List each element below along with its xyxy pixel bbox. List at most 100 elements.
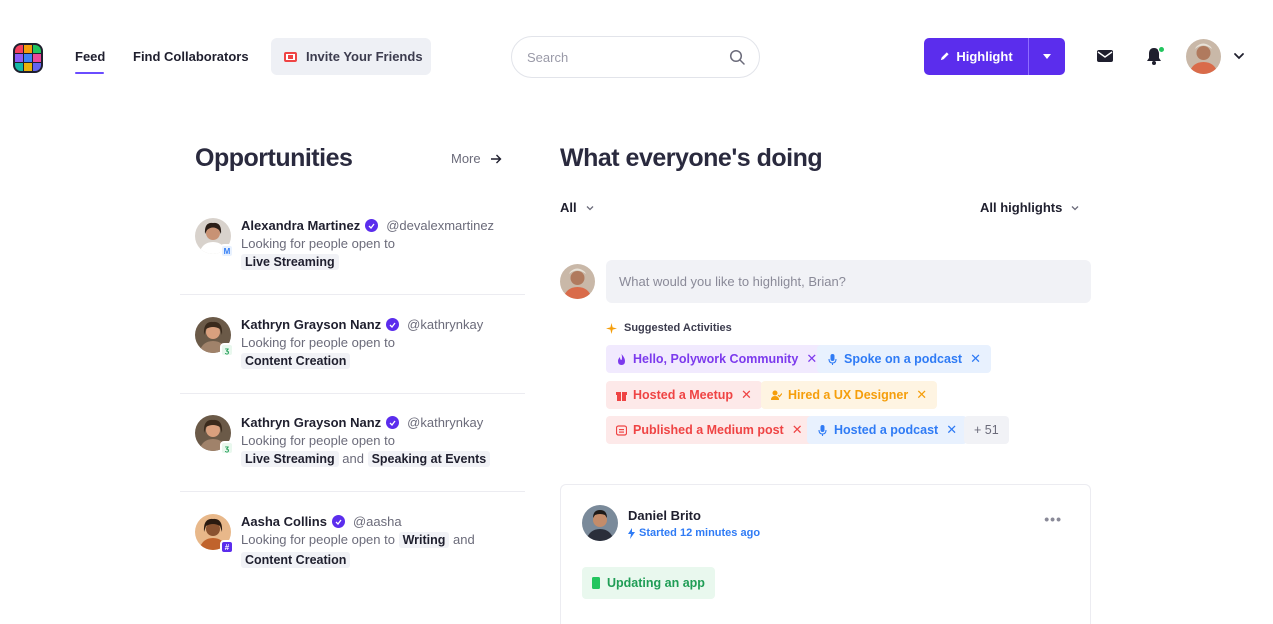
remove-chip-icon[interactable]: ✕ xyxy=(741,387,752,403)
opportunity-description: Looking for people open to Writing and xyxy=(241,532,475,548)
document-icon xyxy=(616,424,627,436)
chip-label: Hired a UX Designer xyxy=(788,388,909,402)
filter-all-label: All xyxy=(560,200,577,215)
flame-icon xyxy=(618,353,625,365)
notifications-button[interactable] xyxy=(1145,46,1165,66)
opportunity-name[interactable]: Kathryn Grayson Nanz @kathrynkay xyxy=(241,415,483,430)
opportunity-item[interactable]: ʒ Kathryn Grayson Nanz @kathrynkay Looki… xyxy=(180,317,525,377)
chevron-down-icon xyxy=(586,205,594,210)
opportunity-tag[interactable]: Writing xyxy=(398,532,450,548)
pen-icon xyxy=(941,52,949,61)
opportunity-tag[interactable]: Content Creation xyxy=(241,552,351,568)
more-activities-chip[interactable]: + 51 xyxy=(964,416,1009,444)
avatar[interactable] xyxy=(1186,39,1221,74)
verified-icon xyxy=(386,416,400,429)
filter-highlights-dropdown[interactable]: All highlights xyxy=(980,200,1079,215)
chip-label: Hosted a Meetup xyxy=(633,388,734,402)
author-handle: @kathrynkay xyxy=(407,415,484,430)
divider xyxy=(180,294,525,295)
remove-chip-icon[interactable]: ✕ xyxy=(916,387,927,403)
post-author-name[interactable]: Daniel Brito xyxy=(628,508,701,523)
opportunity-tags: Content Creation xyxy=(241,353,351,369)
avatar[interactable] xyxy=(582,505,618,541)
description-text: Looking for people open to xyxy=(241,532,395,547)
opportunities-more-link[interactable]: More xyxy=(451,151,502,166)
suggested-chip[interactable]: Published a Medium post ✕ xyxy=(606,416,813,444)
remove-chip-icon[interactable]: ✕ xyxy=(792,422,803,438)
chip-label: Hello, Polywork Community xyxy=(633,352,799,366)
opportunity-tags: Live Streaming xyxy=(241,254,339,270)
feed-title: What everyone's doing xyxy=(560,144,823,172)
post-activity-label: Updating an app xyxy=(607,576,705,590)
tag-joiner: and xyxy=(453,532,475,547)
microphone-icon xyxy=(818,424,827,436)
avatar xyxy=(560,264,595,299)
chevron-down-icon xyxy=(1071,205,1079,210)
mail-icon[interactable] xyxy=(1097,49,1113,63)
logo-icon[interactable] xyxy=(13,43,43,73)
opportunity-tag[interactable]: Content Creation xyxy=(241,353,351,369)
opportunity-tags: Live Streaming and Speaking at Events xyxy=(241,451,491,467)
post-time-label: Started 12 minutes ago xyxy=(639,527,761,539)
chip-label: Published a Medium post xyxy=(633,423,784,437)
filter-highlights-label: All highlights xyxy=(980,200,1063,215)
rss-badge-icon: ʒ xyxy=(220,441,234,455)
verified-icon xyxy=(365,219,379,232)
remove-chip-icon[interactable]: ✕ xyxy=(970,351,981,367)
search-input[interactable] xyxy=(527,49,717,65)
opportunity-name[interactable]: Alexandra Martinez @devalexmartinez xyxy=(241,218,494,233)
opportunity-tags: Content Creation xyxy=(241,552,351,568)
divider xyxy=(180,393,525,394)
post-more-options-icon[interactable]: ••• xyxy=(1044,511,1062,527)
tag-joiner: and xyxy=(342,451,364,466)
opportunity-item[interactable]: # Aasha Collins @aasha Looking for peopl… xyxy=(180,514,525,574)
filter-all-dropdown[interactable]: All xyxy=(560,200,594,215)
nav-feed[interactable]: Feed xyxy=(75,49,105,64)
suggested-chip[interactable]: Hello, Polywork Community ✕ xyxy=(606,345,828,373)
gift-icon xyxy=(616,391,627,401)
rss-badge-icon: ʒ xyxy=(220,343,234,357)
chip-label: Spoke on a podcast xyxy=(844,352,963,366)
highlight-dropdown-button[interactable] xyxy=(1028,38,1065,75)
nav-find-collaborators[interactable]: Find Collaborators xyxy=(133,49,249,64)
ticket-icon xyxy=(284,51,297,62)
arrow-right-icon xyxy=(490,154,502,163)
author-name: Kathryn Grayson Nanz xyxy=(241,415,382,430)
remove-chip-icon[interactable]: ✕ xyxy=(946,422,957,438)
suggested-chip[interactable]: Hosted a Meetup ✕ xyxy=(606,381,762,409)
opportunity-item[interactable]: M Alexandra Martinez @devalexmartinez Lo… xyxy=(180,218,525,278)
suggested-chip[interactable]: Hired a UX Designer ✕ xyxy=(761,381,938,409)
mastodon-badge-icon: M xyxy=(220,244,234,258)
opportunity-description: Looking for people open to xyxy=(241,236,395,251)
highlight-button[interactable]: Highlight xyxy=(924,38,1028,75)
highlight-composer-input[interactable]: What would you like to highlight, Brian? xyxy=(606,260,1091,303)
user-check-icon xyxy=(771,390,782,400)
opportunity-description: Looking for people open to xyxy=(241,335,395,350)
suggested-chip[interactable]: Spoke on a podcast ✕ xyxy=(817,345,991,373)
opportunity-name[interactable]: Kathryn Grayson Nanz @kathrynkay xyxy=(241,317,483,332)
opportunity-tag[interactable]: Speaking at Events xyxy=(367,451,491,467)
opportunity-item[interactable]: ʒ Kathryn Grayson Nanz @kathrynkay Looki… xyxy=(180,415,525,475)
invite-friends-label: Invite Your Friends xyxy=(306,49,423,64)
more-label: More xyxy=(451,151,481,166)
opportunities-title: Opportunities xyxy=(195,144,353,172)
remove-chip-icon[interactable]: ✕ xyxy=(806,351,817,367)
suggested-activities-label: Suggested Activities xyxy=(606,322,732,334)
suggested-activities-text: Suggested Activities xyxy=(624,322,732,334)
lightning-icon xyxy=(628,527,635,539)
search-icon[interactable] xyxy=(729,49,745,65)
search-bar[interactable] xyxy=(511,36,760,78)
opportunity-tag[interactable]: Live Streaming xyxy=(241,254,339,270)
opportunity-name[interactable]: Aasha Collins @aasha xyxy=(241,514,402,529)
chevron-down-icon xyxy=(1043,54,1051,59)
verified-icon xyxy=(331,515,345,528)
post-activity-tag[interactable]: Updating an app xyxy=(582,567,715,599)
suggested-chip[interactable]: Hosted a podcast ✕ xyxy=(807,416,968,444)
post-card: Daniel Brito Started 12 minutes ago ••• … xyxy=(560,484,1091,624)
divider xyxy=(180,491,525,492)
invite-friends-button[interactable]: Invite Your Friends xyxy=(271,38,431,75)
opportunity-tag[interactable]: Live Streaming xyxy=(241,451,339,467)
phone-icon xyxy=(592,577,600,589)
nav-feed-active-indicator xyxy=(75,72,104,74)
chevron-down-icon[interactable] xyxy=(1233,51,1245,61)
